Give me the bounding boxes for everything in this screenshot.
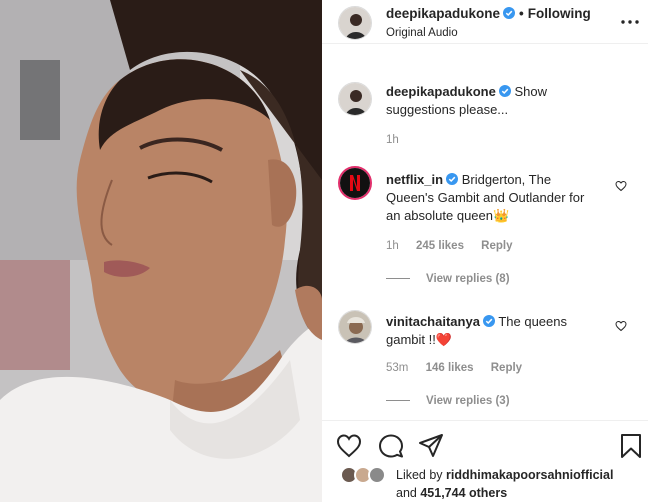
comment-time[interactable]: 53m (386, 362, 408, 374)
heart-emoji: ❤️ (435, 332, 453, 347)
likes-count[interactable]: 451,744 others (420, 486, 507, 500)
comment-meta: 1h 245 likes Reply (386, 240, 527, 252)
bookmark-icon[interactable] (618, 433, 644, 459)
comment-likes[interactable]: 245 likes (416, 240, 464, 252)
view-replies-label: View replies (3) (426, 395, 510, 407)
video-frame-illustration (0, 0, 322, 502)
verified-badge-icon (498, 85, 511, 97)
instagram-post: deepikapadukone • Following Original Audio… (0, 0, 648, 502)
audio-link[interactable]: Original Audio (386, 27, 458, 39)
caption-time[interactable]: 1h (386, 134, 399, 146)
caption-text: deepikapadukone Show suggestions please.… (386, 83, 596, 119)
author-avatar[interactable] (338, 6, 372, 40)
verified-badge-icon (482, 315, 495, 327)
comment-time[interactable]: 1h (386, 240, 399, 252)
view-replies-label: View replies (8) (426, 273, 510, 285)
crown-emoji: 👑 (492, 208, 510, 223)
likes-text: Liked by riddhimakapoorsahniofficial and… (396, 466, 613, 502)
comment-username[interactable]: netflix_in (386, 172, 443, 187)
replies-divider (386, 400, 410, 402)
comment-username[interactable]: vinitachaitanya (386, 314, 480, 329)
view-replies-button[interactable]: View replies (8) (386, 273, 510, 285)
header-line: deepikapadukone • Following (386, 6, 591, 21)
liked-by-username[interactable]: riddhimakapoorsahniofficial (446, 468, 613, 482)
reply-button[interactable]: Reply (481, 240, 512, 252)
author-username[interactable]: deepikapadukone (386, 6, 500, 21)
heart-icon[interactable] (336, 433, 362, 459)
comment-avatar[interactable] (338, 310, 372, 344)
comment-text: netflix_in Bridgerton, The Queen's Gambi… (386, 171, 596, 225)
comment-likes[interactable]: 146 likes (426, 362, 474, 374)
caption-avatar[interactable] (338, 82, 372, 116)
liked-by-label: Liked by (396, 468, 443, 482)
post-panel: deepikapadukone • Following Original Audio… (322, 0, 648, 502)
caption-username[interactable]: deepikapadukone (386, 84, 496, 99)
following-button[interactable]: Following (528, 6, 591, 21)
comment-meta: 53m 146 likes Reply (386, 362, 536, 374)
liked-and-label: and (396, 486, 417, 500)
verified-badge-icon (503, 7, 516, 19)
comment-avatar[interactable] (338, 166, 372, 200)
heart-icon[interactable] (615, 320, 627, 332)
liker-avatar[interactable] (368, 466, 386, 484)
share-icon[interactable] (418, 433, 444, 459)
likes-summary: Liked by riddhimakapoorsahniofficial and… (322, 462, 648, 502)
caption-meta: 1h (386, 134, 413, 146)
replies-divider (386, 278, 410, 280)
post-header: deepikapadukone • Following Original Audio (322, 0, 648, 44)
more-options-icon[interactable] (620, 14, 640, 30)
post-video[interactable] (0, 0, 322, 502)
comment-text: vinitachaitanya The queens gambit !!❤️ (386, 313, 596, 349)
view-replies-button[interactable]: View replies (3) (386, 395, 510, 407)
reply-button[interactable]: Reply (491, 362, 522, 374)
comment-icon[interactable] (378, 433, 404, 459)
heart-icon[interactable] (615, 180, 627, 192)
verified-badge-icon (446, 173, 459, 185)
separator-dot: • (519, 6, 524, 21)
